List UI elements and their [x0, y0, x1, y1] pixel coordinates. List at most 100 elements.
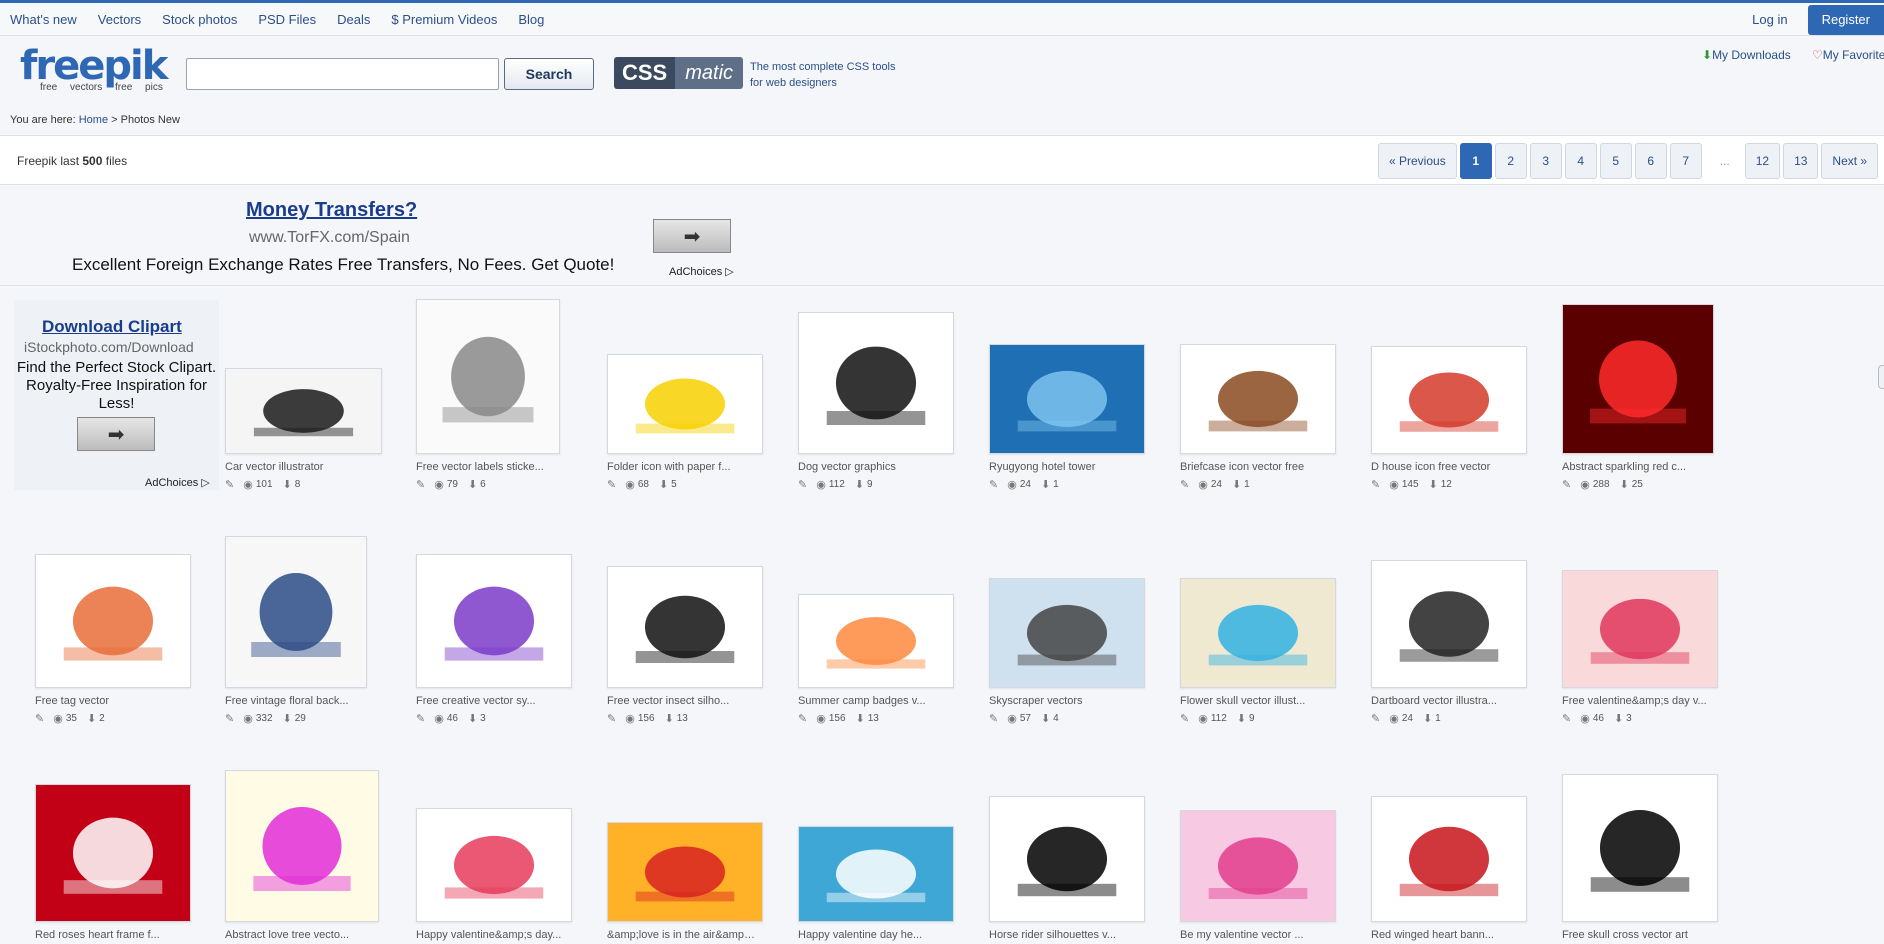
card-title[interactable]: Free vector labels sticke... [416, 461, 566, 473]
page-12[interactable]: 12 [1744, 143, 1781, 179]
card-title[interactable]: Red winged heart bann... [1371, 929, 1521, 941]
thumbnail-image[interactable] [1371, 346, 1527, 454]
thumbnail-image[interactable] [225, 368, 382, 454]
card-title[interactable]: Red roses heart frame f... [35, 929, 185, 941]
thumbnail-image[interactable] [989, 578, 1145, 688]
thumbnail-image[interactable] [1180, 810, 1336, 922]
page-4[interactable]: 4 [1564, 143, 1597, 179]
thumbnail-image[interactable] [1180, 344, 1336, 454]
card-title[interactable]: Happy valentine day he... [798, 929, 948, 941]
card-title[interactable]: Free valentine&amp;s day v... [1562, 695, 1712, 707]
card-title[interactable]: Be my valentine vector ... [1180, 929, 1330, 941]
thumbnail-image[interactable] [35, 554, 191, 688]
thumbnail-image[interactable] [1371, 796, 1527, 922]
card-title[interactable]: Happy valentine&amp;s day... [416, 929, 566, 941]
nav-stock-photos[interactable]: Stock photos [162, 12, 237, 27]
card-title[interactable]: Abstract love tree vecto... [225, 929, 375, 941]
top-ad-url[interactable]: www.TorFX.com/Spain [249, 229, 410, 247]
thumbnail-image[interactable] [225, 536, 367, 688]
page-3[interactable]: 3 [1529, 143, 1562, 179]
nav-whats-new[interactable]: What's new [10, 12, 77, 27]
card-title[interactable]: Car vector illustrator [225, 461, 375, 473]
my-downloads-label: My Downloads [1712, 48, 1791, 62]
page-7[interactable]: 7 [1669, 143, 1702, 179]
page-6[interactable]: 6 [1634, 143, 1667, 179]
thumbnail-image[interactable] [35, 784, 191, 922]
search-input[interactable] [186, 58, 499, 90]
thumbnail-image[interactable] [989, 796, 1145, 922]
card-title[interactable]: Dartboard vector illustra... [1371, 695, 1521, 707]
nav-blog[interactable]: Blog [518, 12, 544, 27]
nav-deals[interactable]: Deals [337, 12, 370, 27]
card-title[interactable]: Folder icon with paper f... [607, 461, 757, 473]
thumbnail-image[interactable] [1371, 560, 1527, 688]
nav-premium-videos[interactable]: $ Premium Videos [391, 12, 497, 27]
register-button[interactable]: Register [1807, 4, 1884, 35]
thumbnail-image[interactable] [607, 822, 763, 922]
card-stats: ✎ ◉ 46 ⬇ 3 [416, 712, 496, 725]
side-ad-go-button[interactable]: ➡ [77, 417, 155, 451]
adchoices-label[interactable]: AdChoices ▷ [669, 265, 734, 278]
thumbnail-image[interactable] [607, 354, 763, 454]
card-title[interactable]: Free skull cross vector art [1562, 929, 1712, 941]
thumbnail-image[interactable] [225, 770, 379, 922]
eye-icon: ◉ [625, 479, 635, 491]
card-title[interactable]: Free vintage floral back... [225, 695, 375, 707]
page-next[interactable]: Next » [1821, 143, 1879, 179]
card-title[interactable]: Flower skull vector illust... [1180, 695, 1330, 707]
thumbnail-image[interactable] [989, 344, 1145, 454]
side-ad-url[interactable]: iStockphoto.com/Download [24, 339, 214, 355]
page-1[interactable]: 1 [1459, 143, 1492, 179]
side-scroll-handle[interactable] [1878, 365, 1884, 389]
thumbnail-area [225, 762, 405, 922]
thumbnail-image[interactable] [1562, 570, 1718, 688]
download-count: 29 [294, 713, 306, 724]
download-arrow-icon: ⬇ [1422, 713, 1433, 725]
top-ad-title[interactable]: Money Transfers? [246, 199, 417, 222]
top-ad-go-button[interactable]: ➡ [653, 219, 731, 253]
thumbnail-image[interactable] [798, 826, 954, 922]
thumbnail-image[interactable] [416, 299, 560, 454]
thumbnail-image[interactable] [798, 312, 954, 454]
my-favorites-link[interactable]: ♡My Favorites [1812, 48, 1884, 62]
search-button[interactable]: Search [504, 58, 594, 90]
card-title[interactable]: Dog vector graphics [798, 461, 948, 473]
card-title[interactable]: Free vector insect silho... [607, 695, 757, 707]
thumbnail-image[interactable] [1562, 774, 1718, 922]
card-title[interactable]: Ryugyong hotel tower [989, 461, 1139, 473]
cssmatic-banner[interactable]: CSS matic [614, 57, 744, 89]
thumbnail-image[interactable] [607, 566, 763, 688]
side-ad-title[interactable]: Download Clipart [42, 317, 182, 337]
card-title[interactable]: Skyscraper vectors [989, 695, 1139, 707]
thumbnail-image[interactable] [798, 594, 954, 688]
pen-icon: ✎ [607, 479, 617, 491]
my-downloads-link[interactable]: ⬇My Downloads [1702, 48, 1791, 62]
card-title[interactable]: Summer camp badges v... [798, 695, 948, 707]
thumbnail-image[interactable] [1180, 578, 1336, 688]
card-title[interactable]: &amp;love is in the air&amp; ve... [607, 929, 757, 941]
nav-psd-files[interactable]: PSD Files [258, 12, 316, 27]
login-link[interactable]: Log in [1752, 12, 1787, 27]
page-5[interactable]: 5 [1599, 143, 1632, 179]
thumbnail-image[interactable] [416, 554, 572, 688]
card-title[interactable]: Horse rider silhouettes v... [989, 929, 1139, 941]
card-stats: ✎ ◉ 24 ⬇ 1 [1371, 712, 1451, 725]
adchoices-label-side[interactable]: AdChoices ▷ [145, 476, 210, 489]
card-title[interactable]: Free tag vector [35, 695, 185, 707]
view-count: 79 [446, 479, 458, 490]
thumbnail-image[interactable] [1562, 304, 1714, 454]
card-title[interactable]: Abstract sparkling red c... [1562, 461, 1712, 473]
page-13[interactable]: 13 [1783, 143, 1819, 179]
thumbnail-image[interactable] [416, 808, 572, 922]
thumbnail-area [416, 528, 596, 688]
page-previous[interactable]: « Previous [1378, 143, 1457, 179]
breadcrumb-home[interactable]: Home [79, 114, 108, 126]
card-title[interactable]: D house icon free vector [1371, 461, 1521, 473]
page-2[interactable]: 2 [1494, 143, 1527, 179]
nav-vectors[interactable]: Vectors [98, 12, 141, 27]
card-title[interactable]: Briefcase icon vector free [1180, 461, 1330, 473]
cssmatic-description[interactable]: The most complete CSS tools for web desi… [750, 59, 896, 91]
freepik-logo[interactable]: freepik free vectors free pics [20, 46, 168, 93]
card-stats: ✎ ◉ 156 ⬇ 13 [798, 712, 889, 725]
card-title[interactable]: Free creative vector sy... [416, 695, 566, 707]
